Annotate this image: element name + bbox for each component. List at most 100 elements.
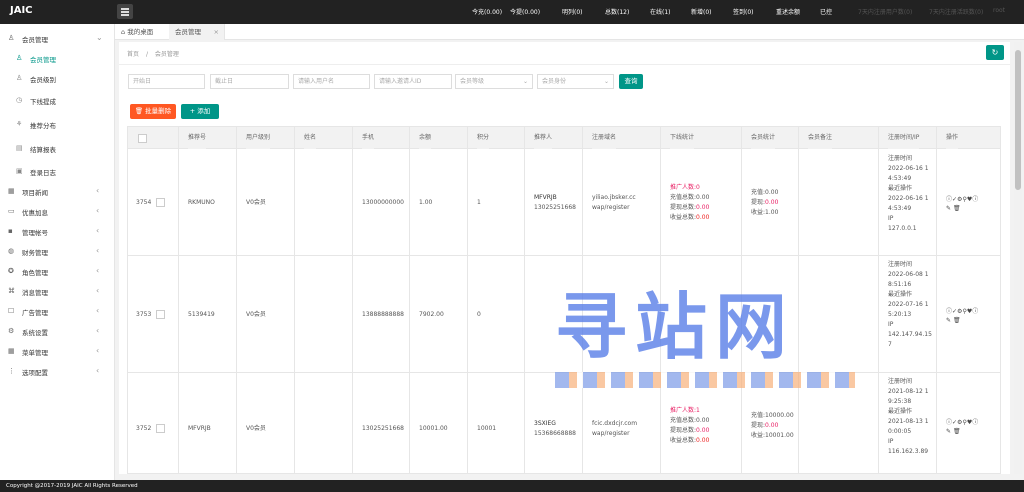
- row-checkbox[interactable]: [156, 424, 165, 433]
- plus-icon: +: [189, 107, 196, 115]
- search-button[interactable]: 查询: [619, 74, 643, 89]
- sidebar-item-ads[interactable]: ☐ 广告管理 ‹: [0, 301, 115, 321]
- stat-7day-register[interactable]: 7天内注册用户数(0): [858, 7, 912, 16]
- sidebar-item-settings[interactable]: ⚙ 系统设置 ‹: [0, 321, 115, 341]
- news-icon: ▦: [8, 187, 15, 195]
- stat-signin[interactable]: 签到(0): [733, 7, 754, 16]
- sidebar-item-label: 推荐分布: [30, 122, 56, 130]
- trash-icon[interactable]: 🗑: [953, 205, 961, 212]
- row-reg-3: 最近操作: [888, 291, 913, 298]
- users-icon: ♙: [16, 74, 23, 82]
- stat-today-withdraw[interactable]: 今提(0.00): [510, 7, 540, 16]
- sidebar-item-options[interactable]: ⋮ 选项配置 ‹: [0, 361, 115, 381]
- sidebar-item-label: 菜单管理: [22, 349, 48, 357]
- trash-icon[interactable]: 🗑: [953, 317, 961, 324]
- sidebar-item-finance[interactable]: ◍ 财务管理 ‹: [0, 241, 115, 261]
- edit-icon[interactable]: ✎: [946, 428, 951, 435]
- watermark-stripe: [555, 372, 855, 388]
- end-date-input[interactable]: 截止日: [210, 74, 289, 89]
- sidebar-group-member[interactable]: ♙ 会员管理 ⌄: [0, 28, 115, 48]
- row-balance: 10001.00: [419, 425, 448, 432]
- col-header-balance: 余额: [419, 127, 432, 149]
- row-reg-2: 8:51:16: [888, 281, 912, 288]
- add-button[interactable]: + 添加: [181, 104, 219, 119]
- col-header-referrer: 推荐人: [534, 127, 553, 149]
- sidebar-item-report[interactable]: ▤ 结算报表: [0, 138, 115, 158]
- tab-home[interactable]: ⌂ 我的桌面: [115, 24, 159, 40]
- select-all-checkbox[interactable]: [138, 134, 147, 143]
- username-input[interactable]: 请输入用户名: [293, 74, 370, 89]
- sidebar-item-login-log[interactable]: ▣ 登录日志: [0, 161, 115, 181]
- row-balance: 1.00: [419, 199, 433, 206]
- sidebar-item-commission[interactable]: ◷ 下线提成: [0, 90, 115, 110]
- edit-icon[interactable]: ✎: [946, 317, 951, 324]
- sidebar-item-accounts[interactable]: ▪ 管理帐号 ‹: [0, 221, 115, 241]
- sidebar-item-member-manage[interactable]: ♙ 会员管理: [0, 48, 115, 68]
- invite-id-input[interactable]: 请输入邀请人ID: [374, 74, 452, 89]
- sidebar-item-messages[interactable]: ⌘ 消息管理 ‹: [0, 281, 115, 301]
- level-select-value: 会员等级: [460, 78, 485, 85]
- row-reg-3: 最近操作: [888, 408, 913, 415]
- sidebar-item-label: 消息管理: [22, 289, 48, 297]
- sidebar-item-referral[interactable]: ⚘ 推荐分布: [0, 114, 115, 134]
- breadcrumb-home[interactable]: 首页: [127, 51, 139, 58]
- tab-label: 我的桌面: [127, 28, 154, 36]
- menu-toggle-button[interactable]: [117, 4, 133, 19]
- row-referrer: 3SXIEG: [534, 420, 556, 427]
- level-select[interactable]: 会员等级 ⌄: [455, 74, 533, 89]
- row-checkbox[interactable]: [156, 310, 165, 319]
- info-icon[interactable]: ⓘ: [972, 308, 978, 315]
- info-icon[interactable]: ⓘ: [972, 419, 978, 426]
- stat-control[interactable]: 已控: [820, 7, 832, 16]
- chevron-left-icon: ‹: [96, 186, 100, 195]
- col-header-remark: 会员备注: [808, 127, 833, 149]
- sidebar-item-menus[interactable]: ▦ 菜单管理 ‹: [0, 341, 115, 361]
- stat-list[interactable]: 明列(0): [562, 7, 583, 16]
- scrollbar-thumb[interactable]: [1015, 50, 1021, 190]
- user-menu[interactable]: root: [993, 7, 1005, 14]
- stat-balance[interactable]: 重述余额: [776, 7, 800, 16]
- row-reg-6: IP: [888, 321, 894, 328]
- start-date-input[interactable]: 开始日: [128, 74, 205, 89]
- batch-delete-button[interactable]: 🗑 批量删除: [130, 104, 176, 119]
- row-down-count: 推广人数:1: [670, 407, 700, 414]
- stat-online[interactable]: 在线(1): [650, 7, 671, 16]
- info-icon[interactable]: ⓘ: [972, 196, 978, 203]
- row-m-recharge: 充值:0.00: [751, 189, 779, 196]
- top-navbar: JAIC 今充(0.00) 今提(0.00) 明列(0) 总数(12) 在线(1…: [0, 0, 1024, 24]
- refresh-button[interactable]: ↻: [986, 45, 1004, 60]
- row-id: 3753: [136, 311, 152, 318]
- col-header-points: 积分: [477, 127, 490, 149]
- stat-new[interactable]: 新增(0): [691, 7, 712, 16]
- sidebar-item-roles[interactable]: ✪ 角色管理 ‹: [0, 261, 115, 281]
- row-checkbox[interactable]: [156, 198, 165, 207]
- sidebar-item-label: 下线提成: [30, 98, 56, 106]
- hamburger-icon-line: [121, 11, 129, 13]
- bonus-icon: ▭: [8, 207, 15, 215]
- value: 0.00: [765, 199, 779, 206]
- report-icon: ▤: [16, 144, 23, 152]
- sidebar-item-news[interactable]: ▦ 项目新闻 ‹: [0, 181, 115, 201]
- sidebar-item-bonus[interactable]: ▭ 优惠加息 ‹: [0, 201, 115, 221]
- row-phone: 13000000000: [362, 199, 404, 206]
- row-id: 3754: [136, 199, 152, 206]
- batch-delete-label: 批量删除: [145, 107, 172, 115]
- edit-icon[interactable]: ✎: [946, 205, 951, 212]
- sidebar-item-member-level[interactable]: ♙ 会员级别: [0, 68, 115, 88]
- row-domain-path: wap/register: [592, 430, 630, 437]
- stat-today-recharge[interactable]: 今充(0.00): [472, 7, 502, 16]
- col-header-actions: 操作: [946, 127, 959, 149]
- scrollbar[interactable]: [1014, 42, 1022, 474]
- close-icon[interactable]: ×: [214, 24, 219, 40]
- row-reg-4: 2022-06-16 1: [888, 195, 929, 202]
- stat-7day-active[interactable]: 7天内注册活跃数(0): [929, 7, 983, 16]
- row-referrer-phone: 15368668888: [534, 430, 576, 437]
- row-reg-5: 0:00:05: [888, 428, 912, 435]
- identity-select[interactable]: 会员身份 ⌄: [537, 74, 614, 89]
- app-logo: JAIC: [10, 5, 33, 16]
- stat-total[interactable]: 总数(12): [605, 7, 629, 16]
- options-icon: ⋮: [8, 367, 15, 375]
- row-m-income: 收益:1.00: [751, 209, 779, 216]
- tab-member-manage[interactable]: 会员管理 ×: [169, 24, 225, 40]
- trash-icon[interactable]: 🗑: [953, 428, 961, 435]
